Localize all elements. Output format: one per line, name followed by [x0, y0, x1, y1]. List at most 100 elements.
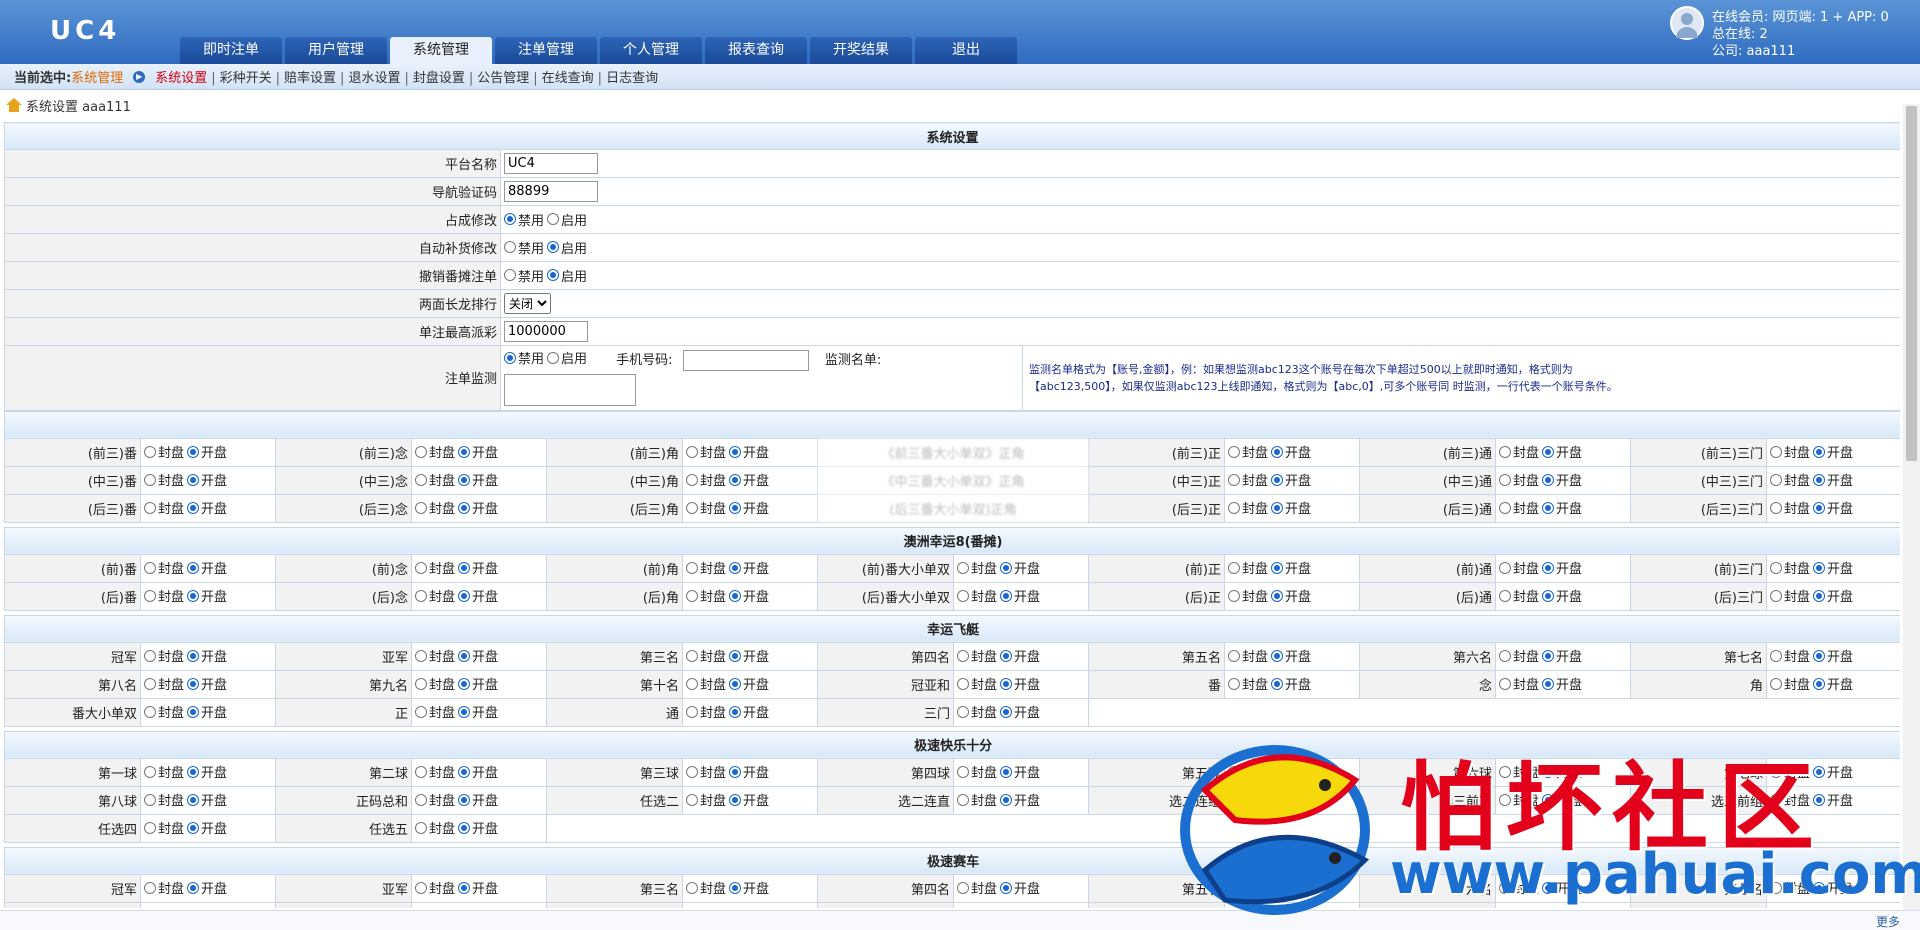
status-radio[interactable]: 开盘 [187, 790, 227, 809]
status-radio[interactable]: 开盘 [458, 906, 498, 908]
status-radio[interactable]: 开盘 [1813, 558, 1853, 577]
nav-tab[interactable]: 即时注单 [180, 37, 282, 64]
status-radio[interactable]: 封盘 [144, 906, 184, 908]
scrollbar[interactable] [1903, 104, 1920, 910]
status-radio[interactable]: 封盘 [415, 558, 455, 577]
auto-radio[interactable]: 启用 [547, 238, 587, 257]
status-radio[interactable]: 封盘 [686, 790, 726, 809]
status-radio[interactable]: 封盘 [686, 646, 726, 665]
status-radio[interactable]: 封盘 [1228, 586, 1268, 605]
status-radio[interactable]: 开盘 [729, 470, 769, 489]
sub-nav-link[interactable]: 退水设置 [348, 71, 400, 86]
status-radio[interactable]: 开盘 [1000, 646, 1040, 665]
status-radio[interactable]: 开盘 [1000, 558, 1040, 577]
status-radio[interactable]: 开盘 [1271, 498, 1311, 517]
sub-nav-link[interactable]: 在线查询 [542, 71, 594, 86]
status-radio[interactable]: 开盘 [1542, 498, 1582, 517]
status-radio[interactable]: 开盘 [458, 674, 498, 693]
status-radio[interactable]: 开盘 [187, 878, 227, 897]
status-radio[interactable]: 开盘 [1542, 586, 1582, 605]
status-radio[interactable]: 开盘 [458, 790, 498, 809]
share-radio[interactable]: 启用 [547, 210, 587, 229]
sub-nav-link[interactable]: 公告管理 [477, 71, 529, 86]
status-radio[interactable]: 封盘 [415, 646, 455, 665]
status-radio[interactable]: 封盘 [686, 498, 726, 517]
max-payout-input[interactable] [504, 321, 588, 342]
phone-input[interactable] [682, 349, 809, 371]
status-radio[interactable]: 封盘 [686, 442, 726, 461]
status-radio[interactable]: 开盘 [729, 878, 769, 897]
status-radio[interactable]: 封盘 [1228, 442, 1268, 461]
status-radio[interactable]: 封盘 [957, 762, 997, 781]
monitor-list-textarea[interactable] [504, 373, 636, 406]
status-radio[interactable]: 开盘 [1000, 586, 1040, 605]
status-radio[interactable]: 开盘 [187, 674, 227, 693]
status-radio[interactable]: 封盘 [415, 818, 455, 837]
status-radio[interactable]: 开盘 [1813, 646, 1853, 665]
platform-name-input[interactable] [504, 153, 598, 174]
status-radio[interactable]: 开盘 [1000, 674, 1040, 693]
status-radio[interactable]: 封盘 [686, 586, 726, 605]
status-radio[interactable]: 开盘 [1542, 558, 1582, 577]
status-radio[interactable]: 开盘 [187, 586, 227, 605]
status-radio[interactable]: 封盘 [144, 586, 184, 605]
status-radio[interactable]: 封盘 [1499, 586, 1539, 605]
status-radio[interactable]: 封盘 [1499, 498, 1539, 517]
share-radio[interactable]: 禁用 [504, 210, 544, 229]
status-radio[interactable]: 开盘 [458, 498, 498, 517]
status-radio[interactable]: 开盘 [729, 646, 769, 665]
status-radio[interactable]: 封盘 [144, 646, 184, 665]
status-radio[interactable]: 开盘 [1542, 442, 1582, 461]
status-radio[interactable]: 开盘 [1271, 558, 1311, 577]
status-radio[interactable]: 封盘 [1228, 646, 1268, 665]
status-radio[interactable]: 封盘 [1228, 558, 1268, 577]
status-radio[interactable]: 开盘 [1271, 470, 1311, 489]
status-radio[interactable]: 开盘 [1000, 878, 1040, 897]
nav-tab[interactable]: 退出 [915, 37, 1017, 64]
dragon-select[interactable]: 关闭 [504, 293, 551, 314]
status-radio[interactable]: 封盘 [415, 674, 455, 693]
status-radio[interactable]: 封盘 [415, 470, 455, 489]
status-radio[interactable]: 封盘 [144, 762, 184, 781]
nav-tab[interactable]: 注单管理 [495, 37, 597, 64]
status-radio[interactable]: 封盘 [686, 906, 726, 908]
status-radio[interactable]: 封盘 [957, 558, 997, 577]
status-radio[interactable]: 开盘 [729, 790, 769, 809]
status-radio[interactable]: 封盘 [1499, 790, 1539, 809]
status-radio[interactable]: 封盘 [144, 790, 184, 809]
status-radio[interactable]: 开盘 [1271, 762, 1311, 781]
status-radio[interactable]: 开盘 [458, 702, 498, 721]
status-radio[interactable]: 封盘 [144, 498, 184, 517]
status-radio[interactable]: 封盘 [1499, 470, 1539, 489]
status-radio[interactable]: 封盘 [1228, 906, 1268, 908]
status-radio[interactable]: 封盘 [144, 702, 184, 721]
nav-tab[interactable]: 个人管理 [600, 37, 702, 64]
status-radio[interactable]: 封盘 [1499, 442, 1539, 461]
status-radio[interactable]: 开盘 [1271, 790, 1311, 809]
status-radio[interactable]: 开盘 [187, 498, 227, 517]
status-radio[interactable]: 开盘 [729, 558, 769, 577]
status-radio[interactable]: 开盘 [1000, 762, 1040, 781]
status-radio[interactable]: 封盘 [1499, 674, 1539, 693]
status-radio[interactable]: 封盘 [957, 702, 997, 721]
more-link[interactable]: 更多 [1876, 913, 1900, 930]
status-radio[interactable]: 开盘 [729, 702, 769, 721]
status-radio[interactable]: 封盘 [1770, 442, 1810, 461]
status-radio[interactable]: 开盘 [187, 470, 227, 489]
cancel-radio[interactable]: 禁用 [504, 266, 544, 285]
status-radio[interactable]: 开盘 [458, 442, 498, 461]
status-radio[interactable]: 封盘 [957, 586, 997, 605]
status-radio[interactable]: 封盘 [1499, 878, 1539, 897]
nav-code-input[interactable] [504, 181, 598, 202]
status-radio[interactable]: 封盘 [144, 818, 184, 837]
status-radio[interactable]: 开盘 [729, 442, 769, 461]
status-radio[interactable]: 开盘 [458, 762, 498, 781]
status-radio[interactable]: 封盘 [144, 442, 184, 461]
status-radio[interactable]: 开盘 [1813, 762, 1853, 781]
status-radio[interactable]: 开盘 [1542, 646, 1582, 665]
nav-tab[interactable]: 用户管理 [285, 37, 387, 64]
status-radio[interactable]: 开盘 [458, 878, 498, 897]
status-radio[interactable]: 开盘 [1813, 674, 1853, 693]
status-radio[interactable]: 开盘 [187, 702, 227, 721]
status-radio[interactable]: 封盘 [686, 674, 726, 693]
